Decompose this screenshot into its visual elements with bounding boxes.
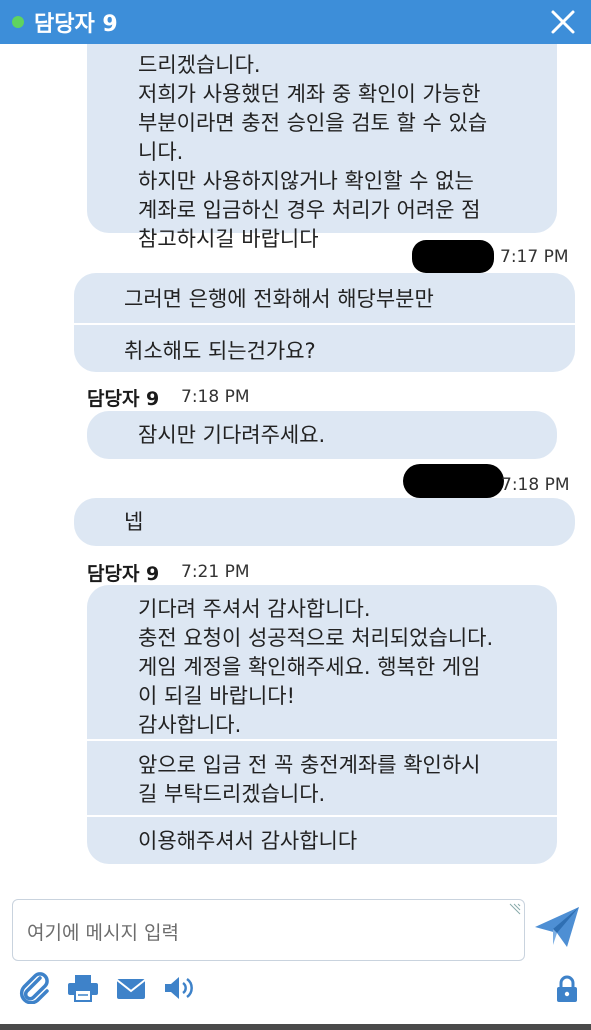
user-message-bubble: 넵	[74, 498, 575, 546]
send-button[interactable]	[533, 905, 581, 949]
message-line: 저희가 사용했던 계좌 중 확인이 가능한	[138, 82, 481, 106]
message-line: 니다.	[138, 140, 184, 164]
message-line: 충전 요청이 성공적으로 처리되었습니다.	[138, 626, 494, 650]
message-line: 계좌로 입금하신 경우 처리가 어려운 점	[138, 198, 481, 222]
message-line: 그러면 은행에 전화해서 해당부분만	[124, 287, 434, 311]
agent-message-bubble: 잠시만 기다려주세요.	[87, 411, 557, 459]
message-line: 넵	[124, 510, 144, 534]
message-line: 이 되길 바랍니다!	[138, 684, 296, 708]
message-line: 하지만 사용하지않거나 확인할 수 없는	[138, 169, 474, 193]
message-line: 감사합니다.	[138, 713, 242, 737]
lock-button[interactable]	[555, 975, 579, 1003]
message-time: 7:18 PM	[501, 475, 570, 495]
message-line: 앞으로 입금 전 꼭 충전계좌를 확인하시	[138, 753, 481, 777]
close-icon	[551, 10, 575, 34]
chat-title: 담당자 9	[34, 12, 118, 37]
message-line: 이용해주셔서 감사합니다	[138, 829, 358, 853]
sender-name: 담당자 9	[87, 563, 160, 585]
message-line: 부분이라면 충전 승인을 검토 할 수 있습	[138, 111, 488, 135]
email-button[interactable]	[114, 972, 148, 1004]
user-message-bubble: 그러면 은행에 전화해서 해당부분만 취소해도 되는건가요?	[74, 273, 575, 372]
message-line: 취소해도 되는건가요?	[124, 339, 316, 363]
chat-history[interactable]: 드리겠습니다. 저희가 사용했던 계좌 중 확인이 가능한 부분이라면 충전 승…	[0, 44, 591, 884]
sound-button[interactable]	[162, 972, 196, 1004]
message-input[interactable]: 여기에 메시지 입력	[27, 918, 179, 945]
close-button[interactable]	[549, 8, 577, 36]
message-line: 기다려 주셔서 감사합니다.	[138, 597, 371, 621]
chat-header: 담당자 9	[0, 0, 591, 44]
agent-message-bubble: 기다려 주셔서 감사합니다. 충전 요청이 성공적으로 처리되었습니다. 게임 …	[87, 585, 557, 864]
resize-grip-icon[interactable]	[508, 902, 522, 916]
message-line: 잠시만 기다려주세요.	[138, 423, 326, 447]
print-button[interactable]	[66, 972, 100, 1004]
message-line: 길 부탁드리겠습니다.	[138, 782, 326, 806]
message-time: 7:18 PM	[181, 387, 250, 407]
attach-icon	[19, 972, 49, 1005]
attach-button[interactable]	[18, 972, 52, 1005]
message-line: 드리겠습니다.	[138, 53, 261, 77]
redacted-username	[403, 464, 504, 498]
message-composer[interactable]: 여기에 메시지 입력	[12, 899, 525, 961]
message-line: 게임 계정을 확인해주세요. 행복한 게임	[138, 655, 481, 679]
message-line: 참고하시길 바랍니다	[138, 227, 319, 251]
agent-message-bubble: 드리겠습니다. 저희가 사용했던 계좌 중 확인이 가능한 부분이라면 충전 승…	[87, 44, 557, 251]
print-icon	[68, 975, 98, 1002]
sound-icon	[165, 977, 193, 999]
lock-icon	[557, 975, 577, 1002]
message-time: 7:17 PM	[500, 247, 569, 267]
send-icon	[535, 907, 579, 947]
message-time: 7:21 PM	[181, 562, 250, 582]
email-icon	[116, 979, 146, 999]
bottom-border	[0, 1024, 591, 1030]
redacted-username	[412, 240, 494, 273]
sender-name: 담당자 9	[87, 388, 160, 410]
online-status-indicator	[12, 16, 24, 28]
